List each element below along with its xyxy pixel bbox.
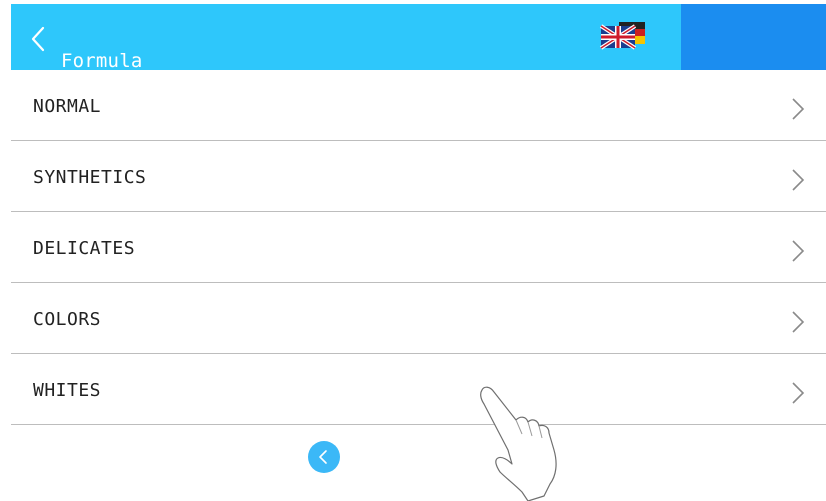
- list-item-label: WHITES: [33, 380, 102, 401]
- uk-germany-flags-icon: [599, 22, 645, 50]
- chevron-right-icon: [792, 240, 805, 262]
- list-item-label: DELICATES: [33, 238, 136, 259]
- header-bar: Formula editing: [11, 4, 826, 128]
- list-item-label: SYNTHETICS: [33, 167, 147, 188]
- list-item-colors[interactable]: COLORS: [11, 283, 826, 354]
- chevron-left-icon: [31, 26, 45, 52]
- chevron-right-icon: [792, 98, 805, 120]
- chevron-right-icon: [792, 311, 805, 333]
- list-item-delicates[interactable]: DELICATES: [11, 212, 826, 283]
- page-title-line1: Formula: [61, 50, 143, 72]
- list-item-label: NORMAL: [33, 96, 102, 117]
- list-item-synthetics[interactable]: SYNTHETICS: [11, 141, 826, 212]
- chevron-right-icon: [792, 382, 805, 404]
- list-item-whites[interactable]: WHITES: [11, 354, 826, 425]
- formula-list: NORMAL SYNTHETICS DELICATES COLORS WHITE…: [11, 70, 826, 425]
- language-button[interactable]: [597, 20, 653, 50]
- footer-back-button[interactable]: [308, 441, 340, 473]
- screen: Formula editing NORMAL SYNTHETICS DELICA…: [11, 4, 826, 501]
- chevron-right-icon: [792, 169, 805, 191]
- list-item-label: COLORS: [33, 309, 102, 330]
- header-right-panel: [681, 4, 826, 70]
- list-item-normal[interactable]: NORMAL: [11, 70, 826, 141]
- circle-chevron-left-icon: [319, 450, 327, 464]
- back-button[interactable]: [21, 18, 55, 58]
- pointing-hand-icon: [480, 386, 557, 501]
